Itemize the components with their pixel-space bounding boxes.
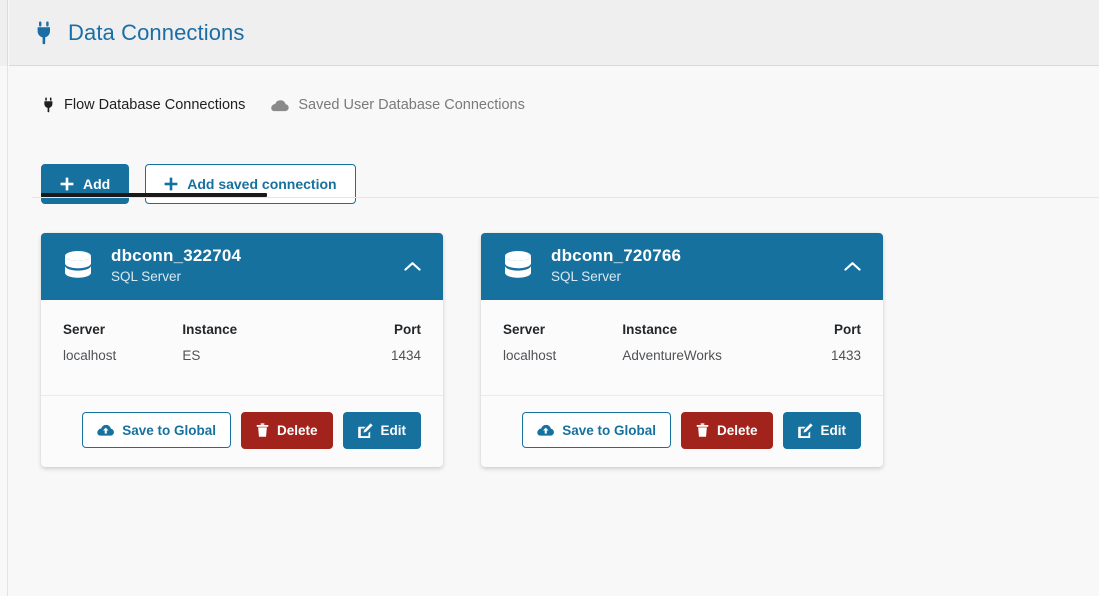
plug-icon (42, 97, 55, 113)
cloud-upload-icon (537, 423, 555, 437)
connection-card-header: dbconn_720766 SQL Server (481, 233, 883, 300)
add-button[interactable]: Add (41, 164, 130, 204)
pencil-square-icon (797, 423, 813, 438)
instance-value: AdventureWorks (622, 347, 722, 363)
pencil-square-icon (357, 423, 373, 438)
delete-button[interactable]: Delete (240, 411, 333, 449)
plus-icon (164, 177, 178, 191)
edit-button[interactable]: Edit (342, 411, 421, 449)
instance-label: Instance (182, 322, 238, 337)
page-header: Data Connections (9, 0, 1099, 66)
connection-type: SQL Server (551, 269, 622, 285)
tab-flow-database-connections[interactable]: Flow Database Connections (32, 97, 261, 125)
connection-detail-grid: Server Instance Port localhost Adventure… (503, 320, 861, 367)
plug-icon (31, 19, 57, 47)
main-content: Flow Database Connections Saved User Dat… (9, 67, 1099, 596)
database-icon (61, 249, 95, 285)
connection-card: dbconn_322704 SQL Server Server Instance… (41, 233, 443, 467)
tab-saved-user-database-connections[interactable]: Saved User Database Connections (261, 97, 541, 125)
edit-button[interactable]: Edit (782, 411, 861, 449)
tab-bar: Flow Database Connections Saved User Dat… (32, 67, 1099, 132)
server-label: Server (63, 322, 106, 337)
instance-value: ES (182, 347, 201, 363)
connection-card-list: dbconn_322704 SQL Server Server Instance… (41, 233, 1099, 467)
edit-label: Edit (380, 422, 407, 438)
left-gutter (0, 0, 8, 596)
save-to-global-button[interactable]: Save to Global (522, 412, 671, 449)
connection-name: dbconn_720766 (551, 245, 682, 265)
connection-name: dbconn_322704 (111, 245, 242, 265)
server-value: localhost (503, 347, 557, 363)
connection-card-body: Server Instance Port localhost Adventure… (481, 300, 883, 396)
port-value: 1433 (830, 347, 861, 363)
port-value: 1434 (390, 347, 421, 363)
connection-card-footer: Save to Global Delete Edit (481, 396, 883, 467)
save-to-global-button[interactable]: Save to Global (82, 412, 231, 449)
save-to-global-label: Save to Global (562, 422, 656, 438)
left-gutter-header (0, 0, 8, 66)
instance-label: Instance (622, 322, 678, 337)
delete-button[interactable]: Delete (680, 411, 773, 449)
tab-bar-rule (32, 197, 1099, 198)
delete-label: Delete (276, 422, 318, 438)
server-value: localhost (63, 347, 117, 363)
trash-icon (696, 423, 709, 438)
add-button-label: Add (83, 176, 111, 192)
chevron-up-icon[interactable] (399, 254, 425, 280)
active-tab-indicator (41, 193, 267, 197)
connection-card-titles: dbconn_322704 SQL Server (111, 246, 399, 288)
edit-label: Edit (820, 422, 847, 438)
port-label: Port (394, 322, 421, 337)
toolbar: Add Add saved connection (41, 164, 1099, 204)
cloud-upload-icon (97, 423, 115, 437)
page-title: Data Connections (68, 19, 245, 45)
port-label: Port (834, 322, 861, 337)
chevron-up-icon[interactable] (839, 254, 865, 280)
connection-card-titles: dbconn_720766 SQL Server (551, 246, 839, 288)
cloud-icon (271, 99, 290, 112)
connection-type: SQL Server (111, 269, 182, 285)
connection-detail-grid: Server Instance Port localhost ES 1434 (63, 320, 421, 367)
tab-label: Flow Database Connections (64, 97, 246, 113)
add-saved-connection-button[interactable]: Add saved connection (145, 164, 356, 204)
connection-card: dbconn_720766 SQL Server Server Instance… (481, 233, 883, 467)
connection-card-header: dbconn_322704 SQL Server (41, 233, 443, 300)
server-label: Server (503, 322, 546, 337)
data-connections-page: Data Connections Flow Database Connectio… (0, 0, 1099, 596)
connection-card-footer: Save to Global Delete Edit (41, 396, 443, 467)
add-saved-connection-label: Add saved connection (187, 176, 337, 192)
delete-label: Delete (716, 422, 758, 438)
trash-icon (256, 423, 269, 438)
database-icon (501, 249, 535, 285)
plus-icon (60, 177, 74, 191)
connection-card-body: Server Instance Port localhost ES 1434 (41, 300, 443, 396)
save-to-global-label: Save to Global (122, 422, 216, 438)
tab-label: Saved User Database Connections (298, 97, 525, 113)
